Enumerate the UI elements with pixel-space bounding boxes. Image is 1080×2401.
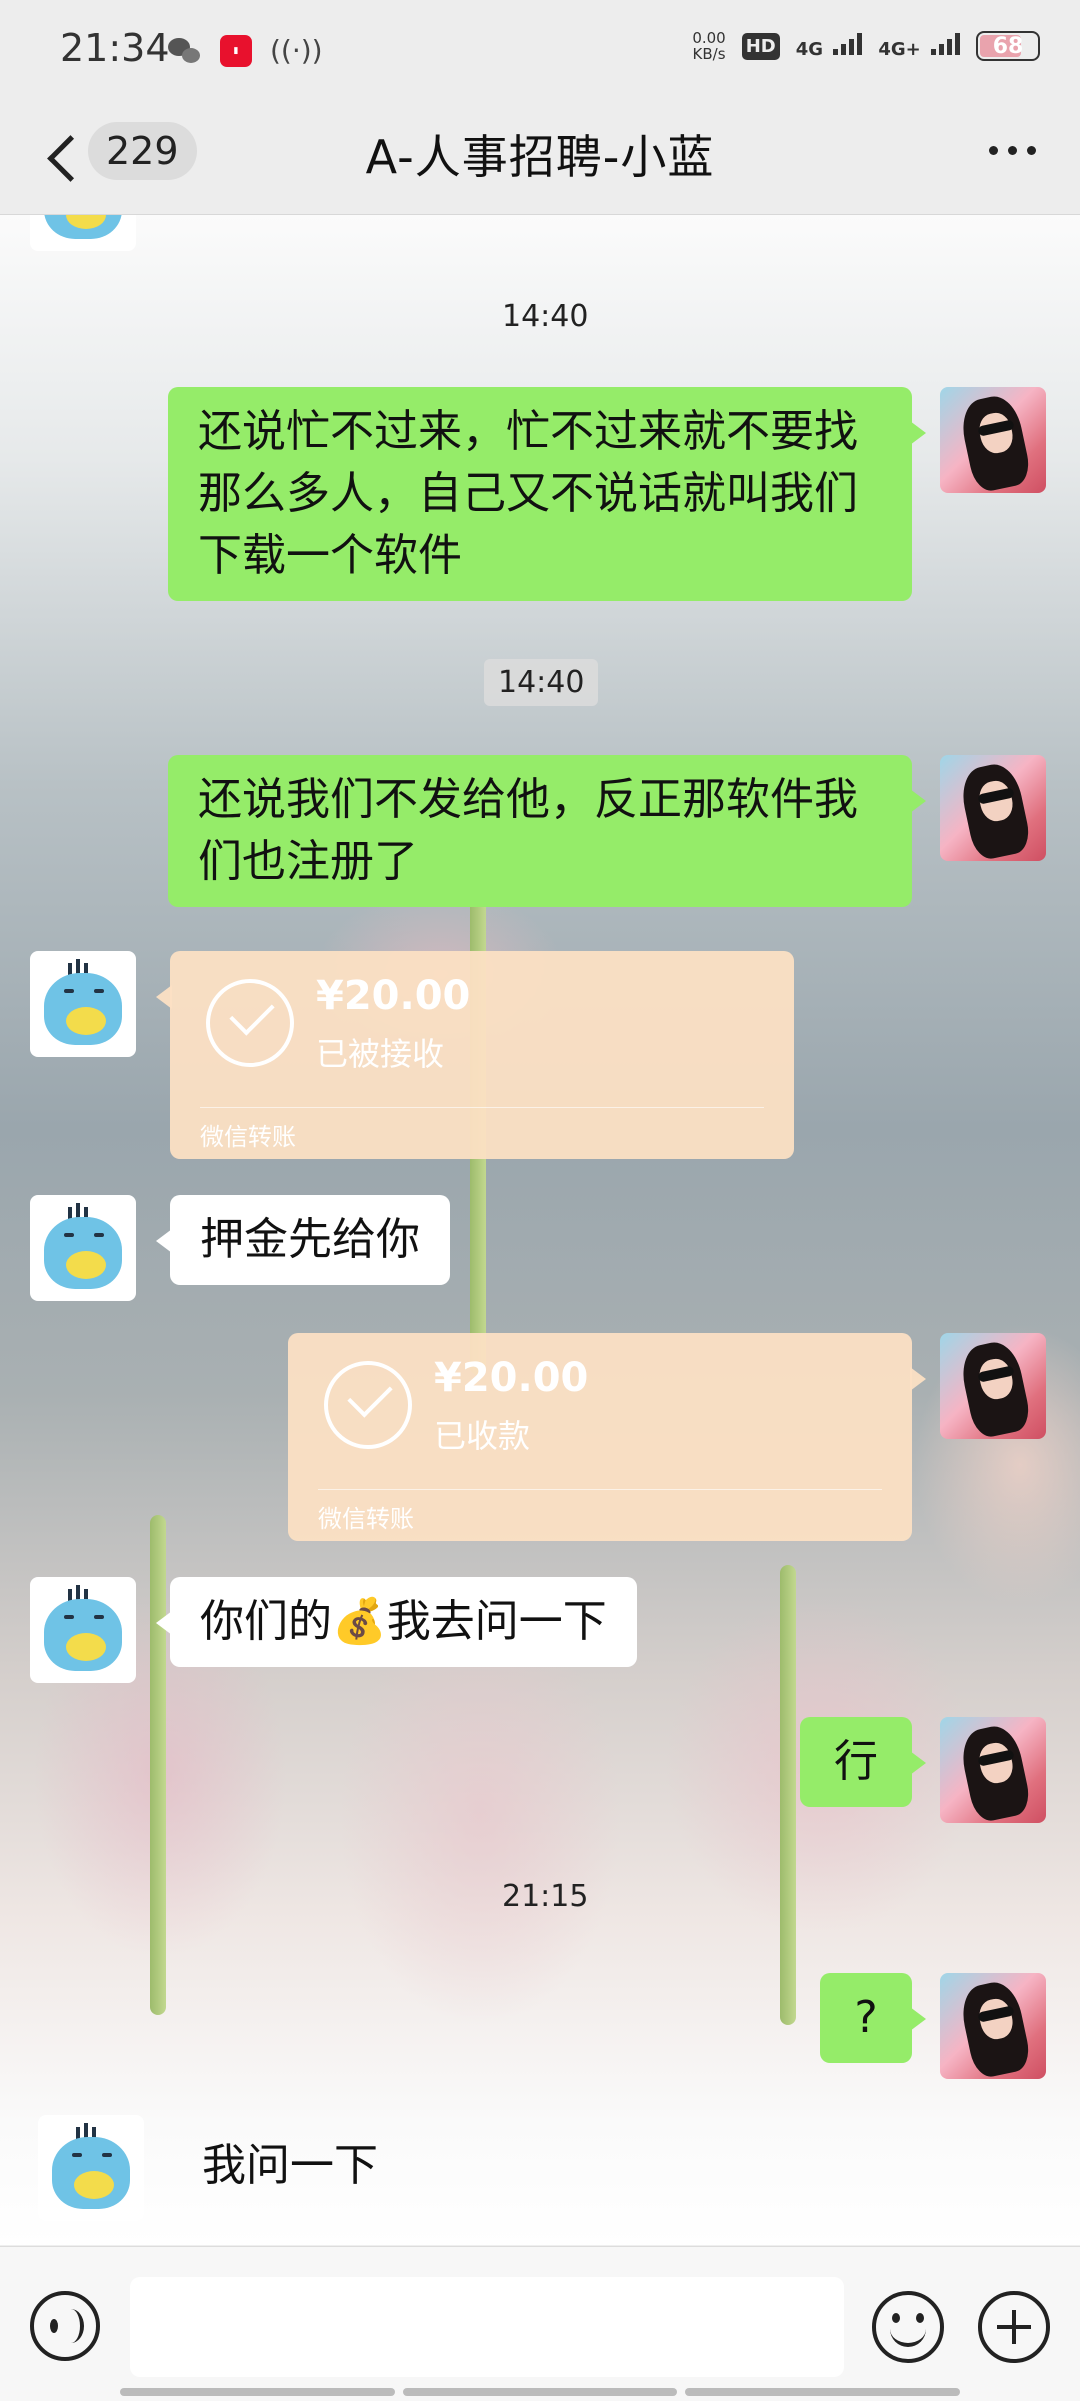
gesture-bar [120, 2388, 961, 2398]
message-bubble-received[interactable]: 押金先给你 [156, 1195, 450, 1285]
transfer-footer: 微信转账 [318, 1505, 414, 1533]
input-bar [0, 2246, 1080, 2401]
network-speed: 0.00 KB/s [692, 29, 726, 63]
voice-icon[interactable] [30, 2291, 100, 2361]
hd-icon: HD [741, 32, 780, 60]
contact-avatar[interactable] [30, 215, 136, 251]
transfer-status: 已收款 [434, 1417, 531, 1455]
hotspot-icon: ((·)) [270, 34, 323, 67]
transfer-card-sent[interactable]: ¥20.00 已收款 微信转账 [288, 1333, 926, 1541]
plus-icon[interactable] [978, 2291, 1050, 2363]
check-circle-icon [206, 979, 294, 1067]
background-flower [150, 1515, 166, 2015]
check-circle-icon [324, 1361, 412, 1449]
chat-header: A-人事招聘-小蓝 229 [0, 100, 1080, 215]
my-avatar[interactable] [940, 755, 1046, 861]
battery-icon: 68 [976, 31, 1040, 61]
transfer-amount: ¥20.00 [316, 973, 471, 1019]
message-bubble-sent[interactable]: 还说我们不发给他，反正那软件我们也注册了 [168, 755, 926, 907]
contact-avatar[interactable] [30, 1577, 136, 1683]
transfer-amount: ¥20.00 [434, 1355, 589, 1401]
transfer-footer: 微信转账 [200, 1123, 296, 1151]
signal-icon: 4G [796, 33, 863, 59]
more-dots-icon[interactable] [989, 146, 1036, 155]
timestamp: 14:40 [484, 659, 599, 706]
unread-count-badge[interactable]: 229 [88, 122, 197, 180]
signal-icon-2: 4G+ [878, 33, 960, 59]
contact-avatar[interactable] [30, 951, 136, 1057]
redbook-icon: ▮ [220, 34, 252, 67]
timestamp: 14:40 [502, 299, 589, 334]
contact-avatar[interactable] [30, 1195, 136, 1301]
message-bubble-sent[interactable]: 还说忙不过来，忙不过来就不要找那么多人，自己又不说话就叫我们下载一个软件 [168, 387, 926, 601]
transfer-card-received[interactable]: ¥20.00 已被接收 微信转账 [156, 951, 794, 1159]
emoji-icon[interactable] [872, 2291, 944, 2363]
status-time: 21:34 [60, 26, 170, 70]
transfer-status: 已被接收 [316, 1035, 445, 1073]
message-input[interactable] [130, 2277, 844, 2377]
message-bubble-sent[interactable]: 行 [800, 1717, 926, 1807]
my-avatar[interactable] [940, 1717, 1046, 1823]
my-avatar[interactable] [940, 387, 1046, 493]
message-bubble-sent[interactable]: ? [820, 1973, 926, 2063]
message-bubble-received[interactable]: 你们的💰我去问一下 [156, 1577, 637, 1667]
status-bar: 21:34 ▮ ((·)) 0.00 KB/s HD 4G 4G+ 68 [0, 0, 1080, 100]
my-avatar[interactable] [940, 1333, 1046, 1439]
wechat-icon [168, 36, 202, 66]
chevron-left-icon[interactable] [44, 130, 92, 184]
chat-message-list[interactable]: 14:40 还说忙不过来，忙不过来就不要找那么多人，自己又不说话就叫我们下载一个… [0, 215, 1080, 2245]
timestamp: 21:15 [502, 1879, 589, 1914]
money-bag-emoji: 💰 [332, 1596, 387, 1647]
message-bubble-received[interactable]: 我问一下 [172, 2121, 408, 2211]
my-avatar[interactable] [940, 1973, 1046, 2079]
contact-avatar[interactable] [38, 2115, 144, 2221]
background-flower [780, 1565, 796, 2025]
